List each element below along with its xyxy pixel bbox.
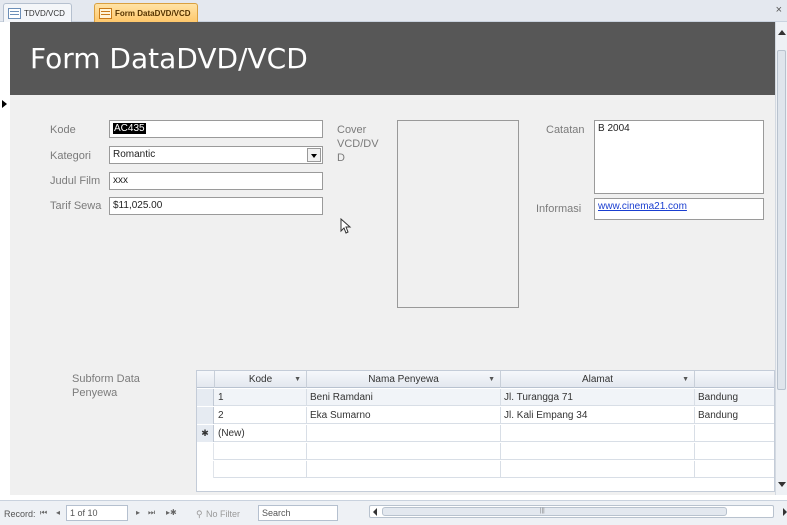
scroll-thumb[interactable] (382, 507, 727, 516)
scroll-right-icon[interactable] (783, 508, 787, 516)
document-tab-bar: TDVD/VCD Form DataDVD/VCD × (0, 0, 787, 22)
form-header: Form DataDVD/VCD (10, 22, 775, 95)
row-selector[interactable] (197, 389, 214, 406)
catatan-value: B 2004 (598, 123, 630, 134)
row-selector-blank (197, 443, 214, 460)
cell-alamat[interactable]: Jl. Turangga 71 (501, 389, 695, 406)
record-label: Record: (4, 509, 36, 519)
kategori-label: Kategori (50, 150, 91, 162)
table-row[interactable]: 1 Beni Ramdani Jl. Turangga 71 Bandung (197, 389, 774, 406)
scroll-down-icon[interactable] (778, 482, 786, 487)
next-record-icon[interactable]: ▸ (136, 508, 140, 517)
column-header-kode[interactable]: Kode ▼ (215, 371, 307, 388)
tarif-label: Tarif Sewa (50, 200, 102, 212)
column-header-alamat[interactable]: Alamat ▼ (501, 371, 695, 388)
scroll-up-icon[interactable] (778, 30, 786, 35)
vertical-scrollbar[interactable] (775, 22, 787, 495)
previous-record-icon[interactable]: ◂ (56, 508, 60, 517)
filter-icon[interactable]: ⚲ (196, 507, 203, 521)
cell-empty[interactable] (695, 425, 774, 442)
kode-label: Kode (50, 124, 76, 136)
kategori-combobox[interactable]: Romantic (109, 146, 323, 164)
catatan-memo[interactable]: B 2004 (594, 120, 764, 194)
catatan-label: Catatan (546, 124, 585, 136)
form-title: Form DataDVD/VCD (30, 42, 308, 75)
informasi-label: Informasi (536, 203, 582, 215)
cell-empty (215, 461, 307, 478)
grip-icon: ||| (540, 508, 545, 514)
cover-image-frame[interactable] (397, 120, 519, 308)
tab-label: TDVD/VCD (24, 8, 65, 18)
horizontal-scrollbar[interactable]: ||| (369, 505, 787, 518)
cell-empty[interactable] (501, 425, 695, 442)
table-row[interactable]: 2 Eka Sumarno Jl. Kali Empang 34 Bandung (197, 407, 774, 424)
no-filter-indicator[interactable]: No Filter (206, 507, 240, 521)
close-icon[interactable]: × (776, 4, 782, 16)
cell-empty (501, 461, 695, 478)
current-record-indicator-icon[interactable] (2, 100, 7, 108)
column-header-kota[interactable] (695, 371, 774, 388)
tab-label: Form DataDVD/VCD (115, 8, 191, 18)
current-record-field[interactable]: 1 of 10 (66, 505, 128, 521)
kode-field[interactable]: AC435 (109, 120, 323, 138)
cell-nama[interactable]: Beni Ramdani (307, 389, 501, 406)
informasi-link[interactable]: www.cinema21.com (598, 201, 687, 212)
subform-datasheet: Kode ▼ Nama Penyewa ▼ Alamat ▼ 1 Beni Ramda… (196, 370, 775, 492)
search-input[interactable]: Search (258, 505, 338, 521)
tab-tdvd-vcd[interactable]: TDVD/VCD (3, 3, 72, 22)
cover-label: Cover (337, 124, 367, 136)
new-record-icon[interactable]: ▸✱ (166, 508, 177, 517)
cell-empty (215, 443, 307, 460)
tarif-field[interactable]: $11,025.00 (109, 197, 323, 215)
tab-form-datadvd-vcd[interactable]: Form DataDVD/VCD (94, 3, 198, 22)
sort-arrow-icon[interactable]: ▼ (682, 371, 689, 388)
cover-label-line2: VCD/DV (337, 138, 379, 150)
kategori-value: Romantic (113, 149, 156, 160)
form-icon (99, 7, 112, 19)
sort-arrow-icon[interactable]: ▼ (488, 371, 495, 388)
cell-empty (501, 443, 695, 460)
datasheet-header: Kode ▼ Nama Penyewa ▼ Alamat ▼ (197, 371, 774, 388)
empty-row (197, 461, 774, 478)
scroll-left-icon[interactable] (373, 508, 377, 516)
subform-label-line2: Penyewa (72, 387, 118, 399)
cell-kode[interactable]: 2 (215, 407, 307, 424)
record-selector-column (0, 95, 10, 495)
new-record-row[interactable]: ✱ (New) (197, 425, 774, 442)
cell-empty[interactable] (307, 425, 501, 442)
row-selector-blank (197, 461, 214, 478)
cell-kota[interactable]: Bandung (695, 407, 774, 424)
cell-empty (307, 443, 501, 460)
empty-row (197, 443, 774, 460)
select-all-corner[interactable] (197, 371, 215, 388)
cell-nama[interactable]: Eka Sumarno (307, 407, 501, 424)
judul-label: Judul Film (50, 175, 101, 187)
subform-label: Subform Data (72, 373, 140, 385)
scroll-thumb[interactable] (777, 50, 786, 390)
row-selector[interactable] (197, 407, 214, 424)
column-header-nama-penyewa[interactable]: Nama Penyewa ▼ (307, 371, 501, 388)
cell-alamat[interactable]: Jl. Kali Empang 34 (501, 407, 695, 424)
chevron-down-icon[interactable] (307, 148, 321, 162)
judul-value: xxx (113, 175, 128, 186)
last-record-icon[interactable]: ⏭ (148, 508, 155, 518)
table-icon (8, 7, 21, 19)
cell-empty (307, 461, 501, 478)
sort-arrow-icon[interactable]: ▼ (294, 371, 301, 388)
cell-kode[interactable]: 1 (215, 389, 307, 406)
informasi-hyperlink-field[interactable]: www.cinema21.com (594, 198, 764, 220)
cell-kota[interactable]: Bandung (695, 389, 774, 406)
cover-label-line3: D (337, 152, 345, 164)
judul-field[interactable]: xxx (109, 172, 323, 190)
first-record-icon[interactable]: ⏮ (40, 508, 47, 518)
kode-value: AC435 (113, 123, 146, 134)
tarif-value: $11,025.00 (113, 200, 163, 211)
new-record-icon[interactable]: ✱ (197, 425, 214, 442)
cell-new[interactable]: (New) (215, 425, 307, 442)
